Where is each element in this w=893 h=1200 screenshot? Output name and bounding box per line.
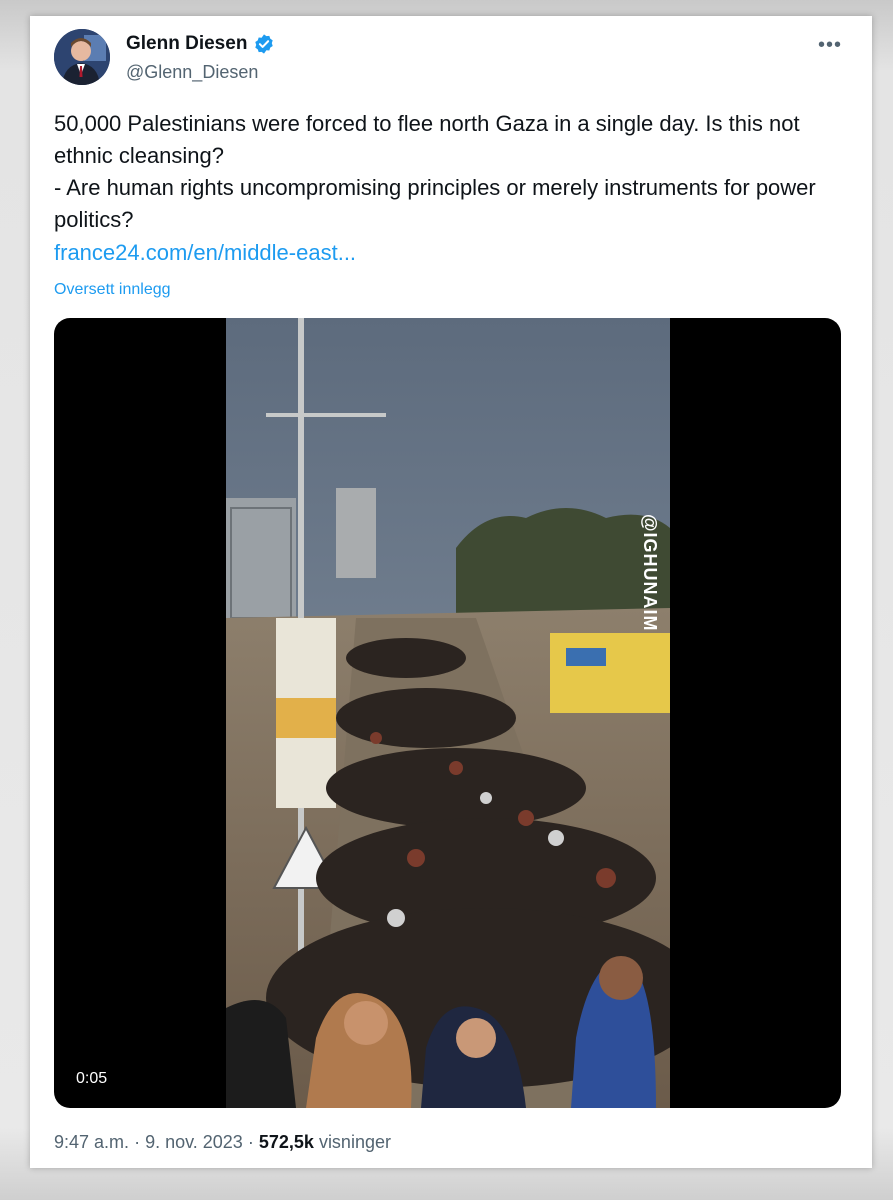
post-text-line-1: 50,000 Palestinians were forced to flee … <box>54 111 800 168</box>
screenshot-frame: Glenn Diesen @Glenn_Diesen ••• 50,000 Pa… <box>0 0 893 1200</box>
author-name-text[interactable]: Glenn Diesen <box>126 33 247 55</box>
video-frame[interactable]: @IGHUNAIM <box>226 318 670 1108</box>
post-card: Glenn Diesen @Glenn_Diesen ••• 50,000 Pa… <box>30 16 872 1168</box>
avatar[interactable] <box>54 29 110 85</box>
post-meta: 9:47 a.m. · 9. nov. 2023 · 572,5k visnin… <box>54 1132 391 1153</box>
views-count[interactable]: 572,5k <box>259 1132 314 1152</box>
author-handle[interactable]: @Glenn_Diesen <box>126 62 258 83</box>
post-date[interactable]: 9. nov. 2023 <box>145 1132 243 1152</box>
post-text-line-2: - Are human rights uncompromising princi… <box>54 175 816 232</box>
translate-post-link[interactable]: Oversett innlegg <box>54 281 171 299</box>
views-label: visninger <box>318 1132 391 1152</box>
post-text: 50,000 Palestinians were forced to flee … <box>54 108 854 236</box>
video-watermark: @IGHUNAIM <box>640 514 660 632</box>
more-options-icon[interactable]: ••• <box>818 34 842 57</box>
verified-badge-icon <box>255 34 274 54</box>
video-duration: 0:05 <box>76 1070 108 1087</box>
article-link[interactable]: france24.com/en/middle-east... <box>54 240 356 266</box>
video-thumbnail-image <box>226 318 670 1108</box>
meta-separator-2: · <box>247 1132 254 1152</box>
video-player[interactable]: @IGHUNAIM 0:05 <box>54 318 841 1108</box>
post-time[interactable]: 9:47 a.m. <box>54 1132 129 1152</box>
author-name[interactable]: Glenn Diesen <box>126 33 275 55</box>
meta-separator-1: · <box>134 1132 141 1152</box>
